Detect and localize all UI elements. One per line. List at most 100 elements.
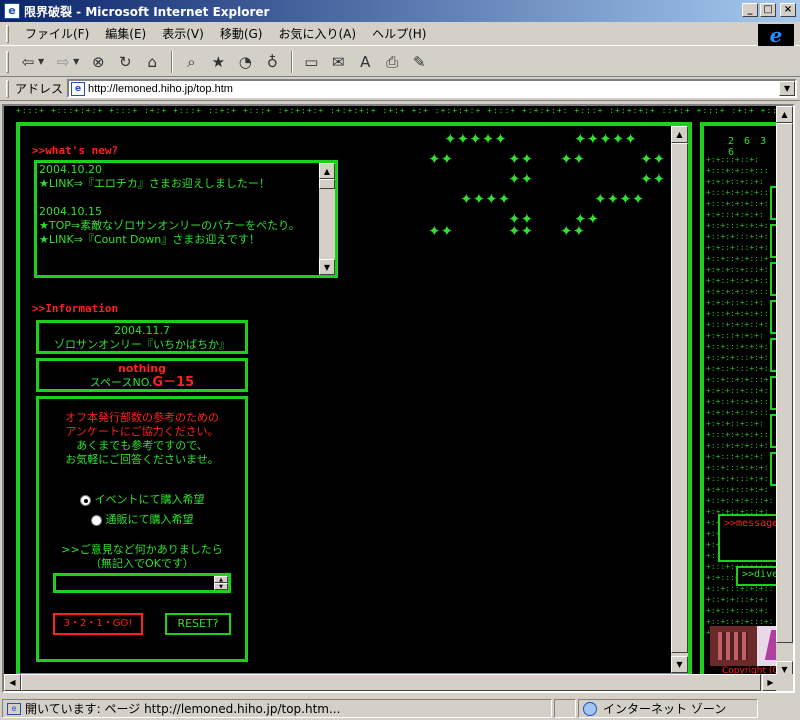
survey-intro-line: お気軽にご回答くださいませ。	[65, 453, 219, 466]
space-label: スペースNO.	[89, 376, 153, 389]
scroll-thumb[interactable]	[671, 143, 688, 653]
menu-edit[interactable]: 編集(E)	[97, 23, 154, 44]
star-decoration: ✦✦✦✦✦ ✦✦✦✦✦ ✦✦ ✦✦ ✦✦ ✦✦ ✦✦ ✦✦ ✦✦✦✦ ✦✦✦✦ ✦✦ ✦✦…	[428, 130, 665, 240]
scroll-thumb[interactable]	[319, 179, 335, 189]
reset-button[interactable]: RESET?	[165, 613, 231, 635]
print-icon[interactable]: ⎙	[379, 50, 405, 74]
news-date: 2004.10.15	[39, 205, 102, 218]
refresh-icon[interactable]: ↻	[112, 50, 138, 74]
scroll-up-icon[interactable]: ▲	[319, 163, 335, 179]
survey-intro-line: あくまでも参考ですので、	[76, 439, 208, 452]
page-viewport: +:::+ +:::+:+:+ +:::+ :+:+ +:::+ ::+:+ +…	[2, 104, 795, 693]
menu-help[interactable]: ヘルプ(H)	[364, 23, 434, 44]
maximize-button[interactable]: □	[760, 3, 776, 17]
scroll-up-icon[interactable]: ▲	[671, 126, 688, 143]
comment-scrollbar[interactable]: ▲ ▼	[214, 576, 228, 590]
dot-decoration-side: +:+:::+::+:+:::+:+::+:::+:+:+::+::+:+:::…	[706, 155, 774, 634]
scroll-down-icon[interactable]: ▼	[319, 259, 335, 275]
comment-label: >>ご意見など何かありましたら （無記入でOKです）	[39, 543, 245, 571]
globe-icon	[583, 701, 597, 716]
survey-option-event[interactable]: イベントにて購入希望	[39, 493, 245, 507]
scroll-thumb[interactable]	[776, 123, 793, 643]
chevron-down-icon[interactable]: ▼	[214, 583, 228, 590]
scroll-left-icon[interactable]: ◀	[4, 674, 21, 691]
title-bar: e 限界破裂 - Microsoft Internet Explorer _ □…	[0, 0, 800, 22]
svg-text:✦✦: ✦✦	[640, 150, 665, 168]
fullscreen-icon[interactable]: ▭	[298, 50, 324, 74]
toolbar-grip[interactable]	[6, 50, 9, 73]
address-url[interactable]: http://lemoned.hiho.jp/top.htm	[88, 83, 233, 95]
submit-button[interactable]: 3・2・1・GO!	[53, 613, 143, 635]
favorites-icon[interactable]: ★	[205, 50, 231, 74]
chevron-up-icon[interactable]: ▲	[214, 576, 228, 583]
space-value: G－15	[152, 375, 195, 390]
forward-dropdown-icon[interactable]: ▼	[73, 57, 79, 66]
window-title: 限界破裂 - Microsoft Internet Explorer	[24, 4, 270, 19]
svg-text:✦✦✦✦: ✦✦✦✦	[460, 190, 510, 208]
svg-text:✦✦✦✦✦: ✦✦✦✦✦	[444, 130, 507, 148]
address-dropdown-icon[interactable]: ▼	[779, 81, 796, 96]
circle-name: nothing	[118, 362, 166, 375]
search-icon[interactable]: ⌕	[178, 50, 204, 74]
ie-page-icon: e	[4, 3, 20, 19]
survey-option-label: イベントにて購入希望	[94, 493, 205, 506]
minimize-button[interactable]: _	[742, 3, 758, 17]
event-name: ゾロサンオンリー『いちかばちか』	[54, 338, 230, 351]
mail-icon[interactable]: ✉	[325, 50, 351, 74]
survey-intro: オフ本発行部数の参考のための アンケートにご協力ください。 あくまでも参考ですの…	[39, 411, 245, 467]
loading-page-icon: e	[7, 702, 21, 715]
space-number: スペースNO.G－15	[39, 376, 245, 390]
svg-text:✦✦: ✦✦	[428, 222, 453, 240]
stop-icon[interactable]: ⊗	[85, 50, 111, 74]
survey-intro-line: オフ本発行部数の参考のための	[65, 411, 219, 424]
svg-text:✦✦✦✦: ✦✦✦✦	[594, 190, 644, 208]
back-dropdown-icon[interactable]: ▼	[38, 57, 44, 66]
scrollbar-corner	[776, 674, 793, 691]
comment-textarea[interactable]: ▲ ▼	[53, 573, 231, 593]
svg-text:✦✦: ✦✦	[508, 170, 533, 188]
scroll-down-icon[interactable]: ▼	[671, 656, 688, 673]
page-vertical-scrollbar[interactable]: ▲ ▼	[776, 106, 793, 678]
home-icon[interactable]: ⌂	[139, 50, 165, 74]
address-input[interactable]: e http://lemoned.hiho.jp/top.htm ▼	[67, 79, 798, 98]
news-line: ★LINK⇒『Count Down』さまお迎えです！	[39, 233, 260, 246]
toolbar-separator	[291, 50, 294, 73]
menu-file[interactable]: ファイル(F)	[17, 23, 97, 44]
svg-text:✦✦: ✦✦	[508, 150, 533, 168]
channels-icon[interactable]: ♁	[259, 50, 285, 74]
dot-decoration-top: +:::+ +:::+:+:+ +:::+ :+:+ +:::+ ::+:+ +…	[16, 106, 795, 115]
radio-button[interactable]	[90, 514, 102, 526]
history-icon[interactable]: ◔	[232, 50, 258, 74]
toolbar: ⇦ ▼ ⇨ ▼ ⊗ ↻ ⌂ ⌕ ★ ◔ ♁ ▭ ✉ A ⎙ ✎	[0, 47, 800, 77]
survey-option-label: 通販にて購入希望	[105, 513, 194, 526]
menu-view[interactable]: 表示(V)	[154, 23, 212, 44]
menu-go[interactable]: 移動(G)	[212, 23, 271, 44]
whats-new-text: 2004.10.20 ★LINK⇒『エロチカ』さまお迎えしましたー！ 2004.…	[39, 163, 317, 275]
circle-info-box: nothing スペースNO.G－15	[36, 358, 248, 392]
address-label: アドレス	[15, 82, 64, 96]
toolbar-separator	[171, 50, 174, 73]
security-zone: インターネット ゾーン	[603, 702, 727, 716]
scroll-up-icon[interactable]: ▲	[776, 106, 793, 123]
edit-icon[interactable]: ✎	[406, 50, 432, 74]
address-grip[interactable]	[6, 79, 9, 98]
comment-label-line: >>ご意見など何かありましたら	[61, 543, 223, 556]
svg-text:✦✦: ✦✦	[560, 222, 585, 240]
menu-favorites[interactable]: お気に入り(A)	[270, 23, 364, 44]
close-button[interactable]: ×	[780, 3, 796, 17]
main-frame: >>what's new? 2004.10.20 ★LINK⇒『エロチカ』さまお…	[16, 122, 692, 677]
font-size-icon[interactable]: A	[352, 50, 378, 74]
whats-new-heading: >>what's new?	[32, 144, 119, 157]
page-icon: e	[71, 81, 86, 96]
whats-new-box: 2004.10.20 ★LINK⇒『エロチカ』さまお迎えしましたー！ 2004.…	[34, 160, 338, 278]
page-horizontal-scrollbar[interactable]: ◀ ▶	[4, 674, 779, 691]
menu-grip[interactable]	[6, 24, 9, 43]
main-frame-scrollbar[interactable]: ▲ ▼	[671, 126, 688, 673]
svg-text:✦✦: ✦✦	[560, 150, 585, 168]
status-zone-cell: インターネット ゾーン	[578, 699, 758, 718]
radio-button-checked[interactable]	[79, 494, 91, 506]
svg-text:✦✦: ✦✦	[640, 170, 665, 188]
whats-new-scrollbar[interactable]: ▲ ▼	[319, 163, 335, 275]
survey-option-mailorder[interactable]: 通販にて購入希望	[39, 513, 245, 527]
scroll-thumb[interactable]	[21, 674, 761, 691]
